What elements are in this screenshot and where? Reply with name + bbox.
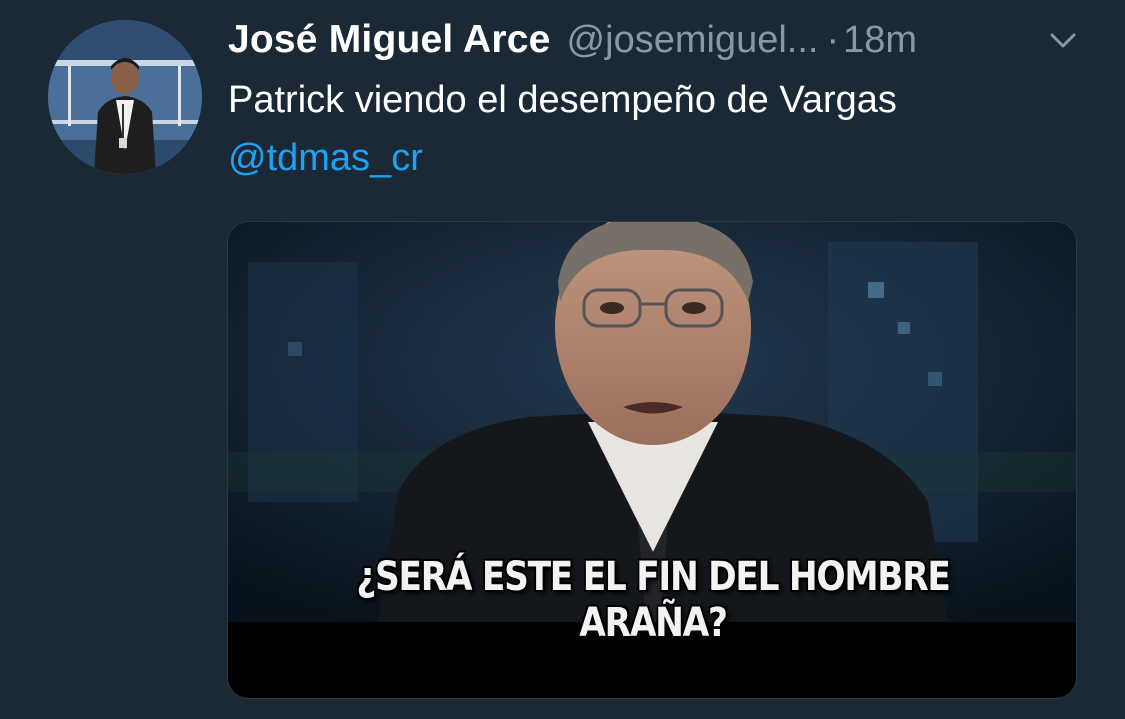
user-handle[interactable]: @josemiguel... (567, 19, 819, 62)
chevron-down-icon[interactable] (1046, 28, 1080, 54)
mention-link[interactable]: @tdmas_cr (228, 132, 423, 184)
tweet-text: Patrick viendo el desempeño de Vargas (228, 79, 897, 121)
separator-dot: · (826, 18, 840, 61)
tweet-header: José Miguel Arce @josemiguel... · 18m (228, 14, 917, 66)
avatar[interactable] (48, 20, 202, 174)
tweet-media[interactable]: ¿SERÁ ESTE EL FIN DEL HOMBRE ARAÑA? (227, 221, 1077, 699)
display-name[interactable]: José Miguel Arce (228, 18, 551, 62)
tweet: José Miguel Arce @josemiguel... · 18m Pa… (0, 0, 1125, 719)
avatar-image (48, 20, 202, 174)
media-caption: ¿SERÁ ESTE EL FIN DEL HOMBRE ARAÑA? (356, 554, 951, 646)
timestamp[interactable]: 18m (843, 19, 917, 62)
